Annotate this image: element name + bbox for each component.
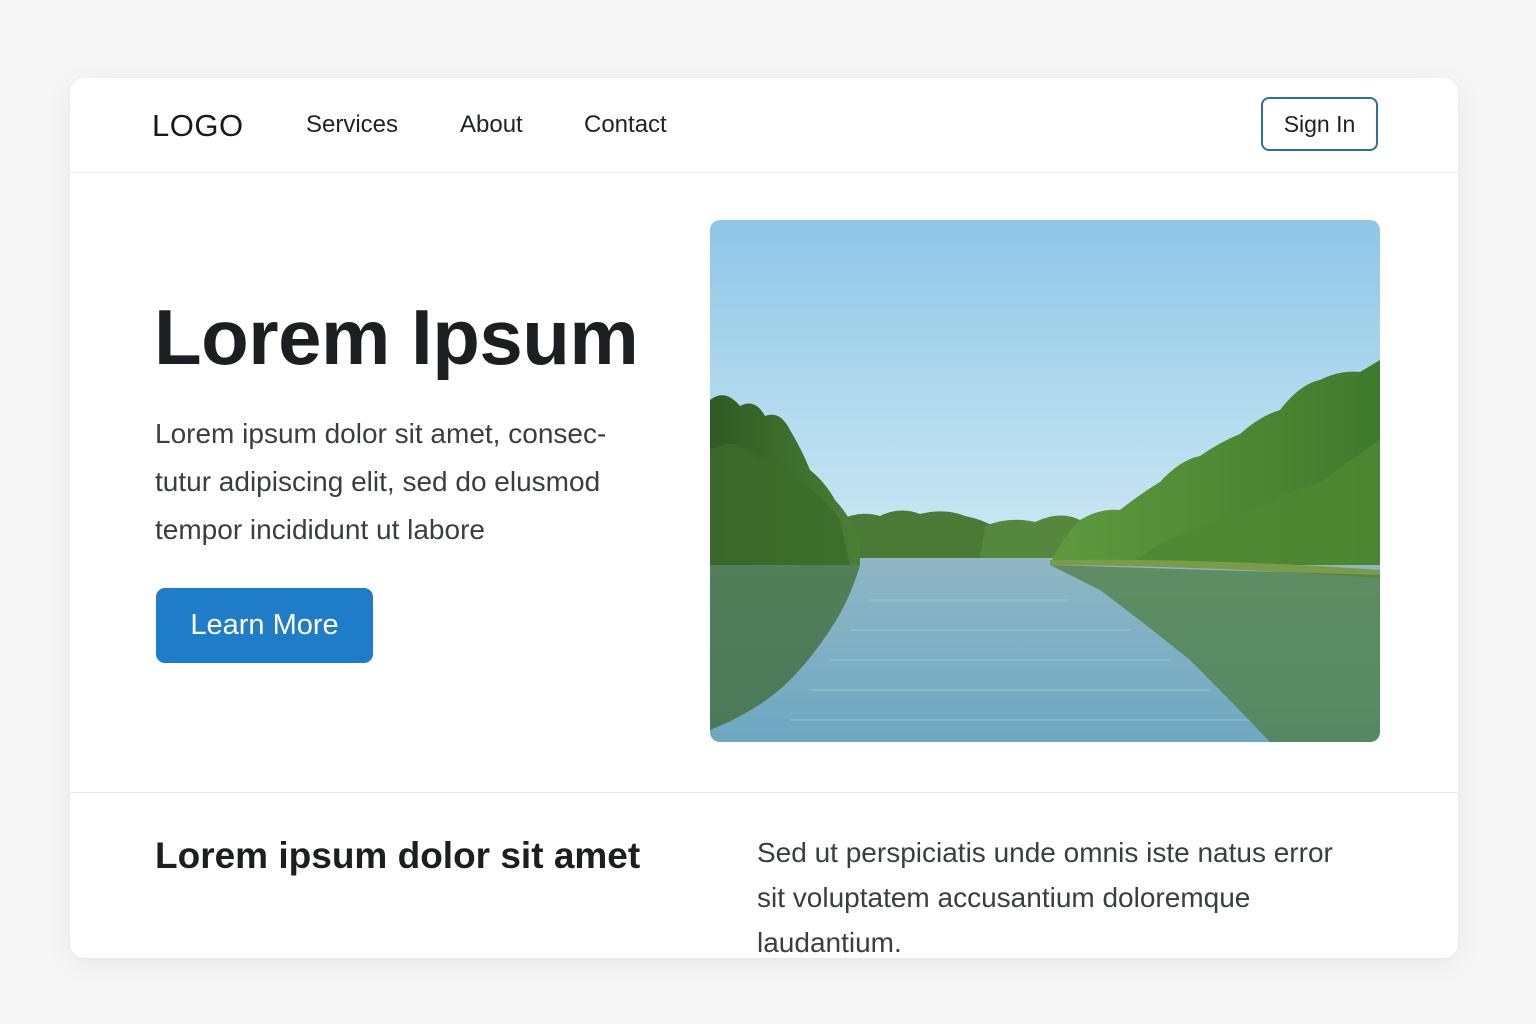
learn-more-button[interactable]: Learn More (156, 588, 373, 663)
nav-link-services[interactable]: Services (306, 111, 398, 139)
hero-paragraph-line: tempor incididunt ut labore (155, 514, 485, 545)
hero-paragraph-line: tutur adipiscing elit, sed do elusmod (155, 466, 601, 497)
feature-paragraph-line: laudantium. (757, 927, 902, 958)
hero-paragraph-line: Lorem ipsum dolor sit amet, consec- (155, 418, 607, 449)
top-navbar: LOGO Services About Contact Sign In (70, 78, 1458, 173)
nav-link-about[interactable]: About (460, 111, 523, 139)
hero-title: Lorem Ipsum (154, 293, 639, 381)
sign-in-button[interactable]: Sign In (1261, 97, 1378, 151)
feature-paragraph-line: Sed ut perspiciatis unde omnis iste natu… (757, 837, 1333, 868)
page-card: LOGO Services About Contact Sign In Lore… (70, 78, 1458, 958)
nav-link-contact[interactable]: Contact (584, 111, 667, 139)
hero-paragraph: Lorem ipsum dolor sit amet, consec-tutur… (155, 410, 675, 554)
lake-landscape-image (710, 220, 1380, 742)
feature-title: Lorem ipsum dolor sit amet (155, 835, 641, 876)
feature-paragraph: Sed ut perspiciatis unde omnis iste natu… (757, 830, 1397, 958)
section-divider (70, 792, 1458, 793)
feature-paragraph-line: sit voluptatem accusantium doloremque (757, 882, 1251, 913)
logo[interactable]: LOGO (152, 108, 244, 144)
hero-image (710, 220, 1380, 742)
